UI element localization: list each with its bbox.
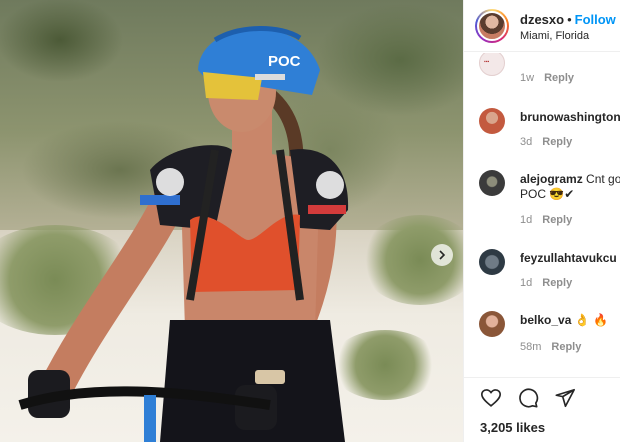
comment-time: 1d (520, 214, 533, 226)
post-photo[interactable]: POC (0, 0, 463, 442)
commenter-username[interactable]: alejogramz (520, 172, 583, 186)
comment-time: 1w (520, 72, 535, 84)
post-header: dzesxo • Follow Miami, Florida (464, 0, 620, 52)
post-location[interactable]: Miami, Florida (520, 30, 589, 42)
commenter-username[interactable]: belko_va (520, 313, 571, 327)
reply-button[interactable]: Reply (542, 136, 572, 148)
comment-icon[interactable] (517, 387, 539, 409)
svg-text:▪▪▪: ▪▪▪ (484, 59, 490, 65)
comment-meta: 1d Reply (520, 277, 572, 289)
comment-text: feyzullahtavukcu (520, 251, 620, 266)
commenter-avatar[interactable]: ▪▪▪ (479, 53, 505, 76)
comment-text: brunowashington (520, 110, 620, 125)
commenter-username[interactable]: brunowashington (520, 110, 620, 124)
comment-meta: 1d Reply (520, 214, 572, 226)
comments-list[interactable]: ▪▪▪ 1w Reply brunowashington 3d Reply alej… (464, 53, 620, 376)
comment-time: 58m (520, 341, 542, 353)
commenter-avatar[interactable] (479, 311, 505, 337)
comment-text: belko_va 👌 🔥 (520, 313, 620, 328)
carousel-next-button[interactable] (431, 244, 453, 266)
heart-icon[interactable] (480, 387, 502, 409)
comment-body: 👌 🔥 (574, 313, 608, 327)
reply-button[interactable]: Reply (542, 214, 572, 226)
separator-dot: • (567, 12, 572, 27)
cyclist-illustration: POC (18, 26, 349, 442)
comment-time: 3d (520, 136, 533, 148)
commenter-username[interactable]: feyzullahtavukcu (520, 251, 617, 265)
reply-button[interactable]: Reply (542, 277, 572, 289)
chevron-right-icon (439, 250, 446, 260)
comment-meta: 58m Reply (520, 341, 581, 353)
commenter-avatar[interactable] (479, 170, 505, 196)
comment-time: 1d (520, 277, 533, 289)
comment-text: alejogramz Cnt go (520, 172, 620, 187)
follow-button[interactable]: Follow (575, 12, 616, 27)
post-actions: 3,205 likes (464, 377, 620, 442)
header-line: dzesxo • Follow (520, 12, 616, 27)
author-username[interactable]: dzesxo (520, 12, 564, 27)
helmet-brand-text: POC (268, 53, 301, 70)
author-avatar[interactable] (475, 9, 509, 43)
comment-body-line2: POC 😎✔ (520, 187, 575, 201)
comment-meta: 3d Reply (520, 136, 572, 148)
share-icon[interactable] (554, 387, 576, 409)
post-side-panel: dzesxo • Follow Miami, Florida ▪▪▪ 1w Reply… (463, 0, 620, 442)
commenter-avatar[interactable] (479, 108, 505, 134)
commenter-avatar[interactable] (479, 249, 505, 275)
likes-count[interactable]: 3,205 likes (480, 420, 545, 435)
reply-button[interactable]: Reply (544, 72, 574, 84)
comment-body: Cnt go (586, 172, 620, 186)
comment-meta: 1w Reply (520, 72, 574, 84)
reply-button[interactable]: Reply (551, 341, 581, 353)
